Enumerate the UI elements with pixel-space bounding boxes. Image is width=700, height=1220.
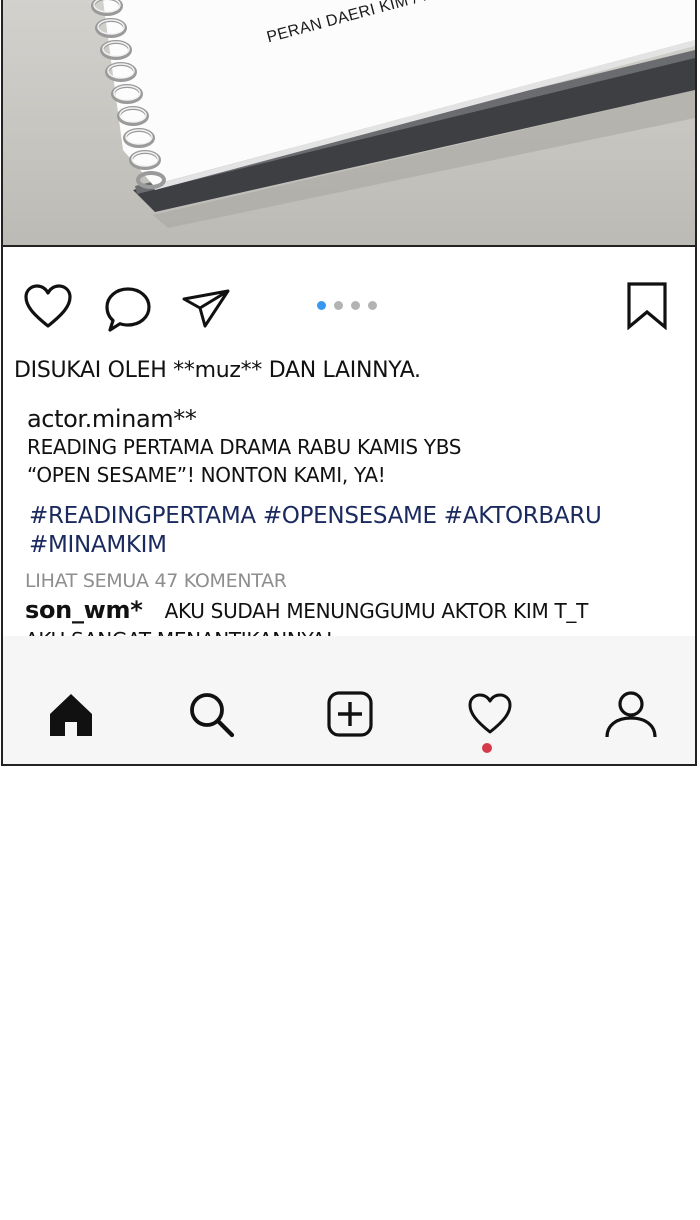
search-icon[interactable]: [187, 690, 235, 738]
post-frame: PERAN DAERI KIM / MINAM KIM: [1, 0, 697, 766]
post-actions: [3, 278, 695, 338]
hashtag-line[interactable]: #MINAMKIM: [29, 531, 679, 560]
home-icon[interactable]: [47, 690, 95, 738]
carousel-dot: [368, 301, 377, 310]
view-all-comments-link[interactable]: LIHAT SEMUA 47 KOMENTAR: [25, 570, 287, 592]
notification-dot: [482, 743, 492, 753]
post-hashtags: #READINGPERTAMA #OPENSESAME #AKTORBARU #…: [29, 502, 679, 560]
carousel-indicator: [317, 301, 377, 310]
carousel-dot: [317, 301, 326, 310]
comment-text: AKU SUDAH MENUNGGUMU AKTOR KIM T_T: [164, 599, 589, 623]
bookmark-icon[interactable]: [625, 282, 669, 335]
speech-bubble-icon[interactable]: [103, 286, 153, 339]
caption-line: READING PERTAMA DRAMA RABU KAMIS YBS: [27, 435, 462, 459]
post-photo: PERAN DAERI KIM / MINAM KIM: [3, 0, 695, 247]
carousel-dot: [334, 301, 343, 310]
post-username[interactable]: actor.minam**: [27, 405, 677, 433]
caption-line: “OPEN SESAME”! NONTON KAMI, YA!: [27, 463, 386, 487]
likes-text: DISUKAI OLEH **muz** DAN LAINNYA.: [14, 358, 421, 383]
profile-icon[interactable]: [605, 690, 657, 738]
hashtag-line[interactable]: #READINGPERTAMA #OPENSESAME #AKTORBARU: [29, 502, 679, 531]
comment-username[interactable]: son_wm*: [25, 596, 143, 624]
post-caption: actor.minam** READING PERTAMA DRAMA RABU…: [27, 405, 677, 489]
add-post-icon[interactable]: [326, 690, 374, 738]
carousel-dot: [351, 301, 360, 310]
paper-plane-icon[interactable]: [181, 288, 231, 335]
activity-heart-icon[interactable]: [466, 690, 514, 738]
bottom-navigation: [3, 636, 695, 764]
heart-outline-icon[interactable]: [23, 284, 73, 335]
notebook-illustration: [91, 0, 695, 228]
